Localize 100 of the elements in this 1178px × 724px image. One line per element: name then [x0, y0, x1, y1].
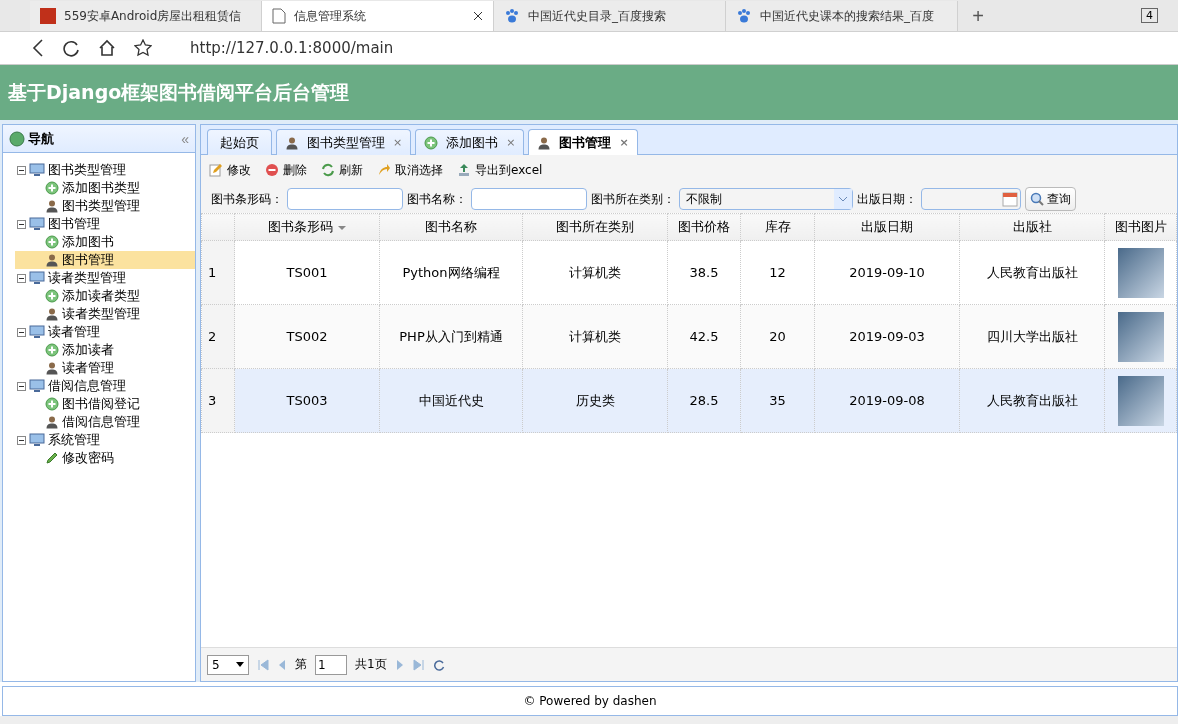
plus-circle-icon — [45, 343, 59, 357]
tree-node[interactable]: 图书类型管理 — [17, 161, 195, 179]
plus-circle-icon — [45, 235, 59, 249]
collapse-toggle-icon[interactable] — [17, 327, 26, 337]
column-header[interactable]: 图书条形码 — [234, 213, 380, 241]
table-cell: 人民教育出版社 — [959, 240, 1105, 305]
tab-close-button[interactable]: × — [393, 136, 403, 149]
reload-icon[interactable] — [62, 39, 80, 57]
row-number: 3 — [201, 368, 235, 433]
toolbar-button[interactable]: 导出到excel — [457, 161, 543, 179]
tree-item[interactable]: 图书借阅登记 — [15, 395, 195, 413]
tree-item[interactable]: 图书类型管理 — [15, 197, 195, 215]
tree-item[interactable]: 读者类型管理 — [15, 305, 195, 323]
refresh-icon — [321, 163, 335, 177]
tree-item[interactable]: 添加读者类型 — [15, 287, 195, 305]
text-field[interactable] — [471, 188, 587, 210]
calendar-icon — [1002, 191, 1018, 207]
column-header[interactable]: 图书价格 — [667, 213, 741, 241]
browser-tab[interactable]: 信息管理系统 — [262, 1, 494, 31]
plus-circle-icon — [45, 397, 59, 411]
table-cell: 中国近代史 — [379, 368, 523, 433]
toolbar-button[interactable]: 取消选择 — [377, 161, 443, 179]
tree-item[interactable]: 添加读者 — [15, 341, 195, 359]
collapse-toggle-icon[interactable] — [17, 381, 26, 391]
pencil-icon — [45, 451, 59, 465]
search-button[interactable]: 查询 — [1025, 187, 1076, 211]
person-icon — [537, 135, 552, 150]
tree-node[interactable]: 借阅信息管理 — [17, 377, 195, 395]
tree-item[interactable]: 借阅信息管理 — [15, 413, 195, 431]
collapse-toggle-icon[interactable] — [17, 273, 26, 283]
table-row[interactable]: 1 TS001 Python网络编程 计算机类 38.5 12 2019-09-10 人民教育出版社 — [201, 240, 1177, 305]
page-tab[interactable]: 起始页 — [207, 129, 272, 155]
refresh-icon[interactable] — [432, 658, 445, 671]
app-icon — [40, 8, 56, 24]
page-tab[interactable]: 图书类型管理 × — [276, 129, 412, 155]
person-icon — [285, 135, 299, 150]
table-cell: 计算机类 — [522, 240, 668, 305]
column-header[interactable]: 出版日期 — [814, 213, 960, 241]
star-icon[interactable] — [134, 39, 152, 57]
tree-node[interactable]: 图书管理 — [17, 215, 195, 233]
collapse-toggle-icon[interactable] — [17, 219, 26, 229]
paw-icon — [504, 8, 520, 24]
url-field[interactable]: http://127.0.0.1:8000/main — [190, 39, 394, 57]
collapse-toggle-icon[interactable] — [17, 435, 26, 445]
page-tab[interactable]: 图书管理 × — [528, 129, 638, 155]
browser-tab[interactable]: 中国近代史目录_百度搜索 — [494, 1, 726, 31]
collapse-toggle-icon[interactable] — [17, 165, 26, 175]
page-size-select[interactable]: 5 — [207, 654, 249, 675]
book-cover-placeholder — [1117, 247, 1164, 298]
table-cell: TS002 — [234, 304, 380, 369]
column-header[interactable]: 图书名称 — [379, 213, 523, 241]
app-title: 基于Django框架图书借阅平台后台管理 — [8, 79, 350, 105]
table-cell: 20 — [740, 304, 815, 369]
tree-item[interactable]: 添加图书 — [15, 233, 195, 251]
table-row[interactable]: 3 TS003 中国近代史 历史类 28.5 35 2019-09-08 人民教育出版社 — [201, 368, 1177, 433]
tree-item[interactable]: 图书管理 — [15, 251, 195, 269]
tab-close-button[interactable]: × — [506, 136, 516, 149]
paw-icon — [736, 8, 752, 24]
column-header[interactable]: 出版社 — [959, 213, 1105, 241]
table-row[interactable]: 2 TS002 PHP从入门到精通 计算机类 42.5 20 2019-09-03 四川大学出版社 — [201, 304, 1177, 369]
search-icon — [1030, 192, 1044, 206]
sidebar-title: 导航 — [28, 129, 55, 148]
monitor-icon — [29, 379, 45, 393]
toolbar-button[interactable]: 刷新 — [321, 161, 363, 179]
table-cell: 2019-09-03 — [814, 304, 960, 369]
tab-count[interactable]: 4 — [1141, 8, 1158, 23]
book-cover-placeholder — [1117, 311, 1164, 362]
tree-node[interactable]: 系统管理 — [17, 431, 195, 449]
browser-tab[interactable]: 559安卓Android房屋出租租赁信 — [30, 1, 262, 31]
table-cell: 35 — [740, 368, 815, 433]
home-icon[interactable] — [98, 39, 116, 57]
page-number-field[interactable]: 1 — [315, 654, 347, 675]
column-header[interactable]: 图书所在类别 — [522, 213, 668, 241]
tree-item[interactable]: 读者管理 — [15, 359, 195, 377]
table-cell: 四川大学出版社 — [959, 304, 1105, 369]
tree-item[interactable]: 添加图书类型 — [15, 179, 195, 197]
tab-close-button[interactable]: × — [619, 136, 629, 149]
toolbar-button[interactable]: 修改 — [209, 161, 251, 179]
new-tab-button[interactable]: + — [958, 1, 998, 31]
page-tab[interactable]: 添加图书 × — [415, 129, 525, 155]
upload-icon — [457, 163, 471, 177]
filter-label: 出版日期： — [857, 190, 917, 208]
text-field[interactable] — [287, 188, 403, 210]
person-icon — [45, 361, 59, 375]
date-field[interactable] — [921, 188, 1021, 210]
column-header[interactable]: 库存 — [740, 213, 815, 241]
table-cell: 28.5 — [667, 368, 741, 433]
toolbar-button[interactable]: 删除 — [265, 161, 307, 179]
table-cell: 计算机类 — [522, 304, 668, 369]
book-cover-placeholder — [1117, 375, 1164, 426]
browser-tab[interactable]: 中国近代史课本的搜索结果_百度 — [726, 1, 958, 31]
tree-item[interactable]: 修改密码 — [15, 449, 195, 467]
table-cell: TS003 — [234, 368, 380, 433]
back-icon[interactable] — [32, 39, 44, 57]
column-header[interactable]: 图书图片 — [1104, 213, 1177, 241]
tree-node[interactable]: 读者类型管理 — [17, 269, 195, 287]
chevron-down-icon — [834, 189, 852, 209]
category-dropdown[interactable]: 不限制 — [679, 188, 853, 210]
tree-node[interactable]: 读者管理 — [17, 323, 195, 341]
table-cell: 12 — [740, 240, 815, 305]
